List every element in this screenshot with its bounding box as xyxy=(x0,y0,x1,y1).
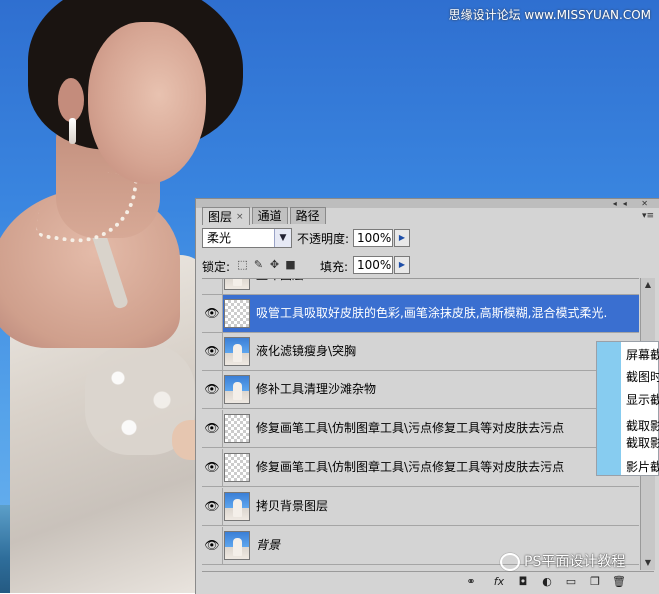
layer-name: 拷贝背景图层 xyxy=(256,499,329,513)
layer-name: 吸管工具吸取好皮肤的色彩,画笔涂抹皮肤,高斯模糊,混合模式柔光. xyxy=(256,306,608,320)
chevron-down-icon[interactable]: ▼ xyxy=(274,229,291,247)
popup-item[interactable]: 截取影 xyxy=(626,417,659,434)
layer-thumbnail xyxy=(224,414,250,443)
layer-name: 修补工具清理沙滩杂物 xyxy=(256,382,377,396)
layer-style-icon[interactable]: fx xyxy=(492,575,506,588)
popup-item[interactable]: 影片截 xyxy=(626,458,659,475)
layer-thumbnail xyxy=(224,375,250,404)
layer-thumbnail xyxy=(224,299,250,328)
ear xyxy=(58,78,84,122)
fill-label: 填充: xyxy=(320,260,349,274)
panel-bottom-toolbar: ⚭ fx ◘ ◐ ▭ ❐ 🗑 xyxy=(202,571,654,592)
lock-brush-icon[interactable]: ✎ xyxy=(253,259,264,270)
layer-name: 修复画笔工具\仿制图章工具\污点修复工具等对皮肤去污点 xyxy=(256,421,565,435)
layer-thumbnail xyxy=(224,492,250,521)
earring xyxy=(69,118,76,144)
layer-row[interactable]: 👁 修补工具清理沙滩杂物 xyxy=(202,371,639,409)
popup-item[interactable]: 截取影 xyxy=(626,434,659,451)
wechat-icon xyxy=(500,553,520,571)
opacity-label: 不透明度: xyxy=(297,232,350,246)
adjustment-layer-icon[interactable]: ◐ xyxy=(540,575,554,588)
layers-list: 盖印图层. 👁 吸管工具吸取好皮肤的色彩,画笔涂抹皮肤,高斯模糊,混合模式柔光.… xyxy=(202,278,639,571)
new-group-icon[interactable]: ▭ xyxy=(564,575,578,588)
visibility-toggle[interactable] xyxy=(202,279,223,294)
layer-name: 盖印图层. xyxy=(256,279,308,294)
face xyxy=(88,22,206,184)
lock-all-icon[interactable]: ■ xyxy=(285,259,296,270)
new-layer-icon[interactable]: ❐ xyxy=(588,575,602,588)
layer-row[interactable]: 👁 修复画笔工具\仿制图章工具\污点修复工具等对皮肤去污点 xyxy=(202,449,639,487)
tab-paths[interactable]: 路径 xyxy=(289,207,326,224)
opacity-slider-button[interactable]: ▶ xyxy=(394,229,410,247)
eye-icon[interactable]: 👁 xyxy=(202,488,223,525)
tab-channels[interactable]: 通道 xyxy=(251,207,288,224)
popup-item[interactable]: 显示截 xyxy=(626,391,659,408)
eye-icon[interactable]: 👁 xyxy=(202,371,223,408)
layer-row[interactable]: 盖印图层. xyxy=(202,279,639,295)
layer-row[interactable]: 👁 拷贝背景图层 xyxy=(202,488,639,526)
eye-icon[interactable]: 👁 xyxy=(202,449,223,486)
layer-name: 背景 xyxy=(256,538,281,552)
panel-window-buttons[interactable]: ◂◂ ✕ xyxy=(613,199,654,208)
eye-icon[interactable]: 👁 xyxy=(202,333,223,370)
layer-thumbnail xyxy=(224,531,250,560)
fill-slider-button[interactable]: ▶ xyxy=(394,256,410,274)
lock-label: 锁定: xyxy=(202,260,231,274)
lock-transparency-icon[interactable]: ⬚ xyxy=(237,259,248,270)
scroll-down-icon[interactable]: ▼ xyxy=(641,556,655,570)
eye-icon[interactable]: 👁 xyxy=(202,295,223,332)
layer-row-selected[interactable]: 👁 吸管工具吸取好皮肤的色彩,画笔涂抹皮肤,高斯模糊,混合模式柔光. xyxy=(202,295,639,333)
eye-icon[interactable]: 👁 xyxy=(202,410,223,447)
layer-row[interactable]: 👁 液化滤镜瘦身\突胸 xyxy=(202,333,639,371)
link-layers-icon[interactable]: ⚭ xyxy=(464,575,478,588)
trash-icon[interactable]: 🗑 xyxy=(612,575,626,588)
tab-layers[interactable]: 图层 × xyxy=(202,207,250,225)
close-icon[interactable]: × xyxy=(236,209,244,225)
lock-move-icon[interactable]: ✥ xyxy=(269,259,280,270)
layer-thumbnail xyxy=(224,453,250,482)
blend-mode-select[interactable]: 柔光 ▼ xyxy=(202,228,292,248)
watermark-top: 思缘设计论坛 www.MISSYUAN.COM xyxy=(448,8,651,22)
popup-item[interactable]: 屏幕截 xyxy=(626,346,659,363)
eye-icon[interactable]: 👁 xyxy=(202,527,223,564)
blend-opacity-row: 柔光 ▼ 不透明度: 100% ▶ xyxy=(202,228,652,250)
panel-tabs: 图层 × 通道 路径 xyxy=(202,207,326,225)
panel-menu-icon[interactable]: ▾≡ xyxy=(642,211,654,221)
lock-fill-row: 锁定: ⬚ ✎ ✥ ■ 填充: 100% ▶ xyxy=(202,255,652,277)
screenshot-popup-menu: 屏幕截 截图时 显示截 截取影 截取影 影片截 xyxy=(596,341,659,476)
layer-row[interactable]: 👁 修复画笔工具\仿制图章工具\污点修复工具等对皮肤去污点 xyxy=(202,410,639,448)
layer-thumbnail xyxy=(224,279,250,290)
popup-strip xyxy=(597,342,621,475)
popup-item[interactable]: 截图时 xyxy=(626,368,659,385)
layer-thumbnail xyxy=(224,337,250,366)
layers-panel: ◂◂ ✕ 图层 × 通道 路径 ▾≡ 柔光 ▼ 不透明度: 100% ▶ 锁定:… xyxy=(195,198,659,594)
watermark-bottom: PS平面设计教程 xyxy=(500,551,625,571)
layer-name: 修复画笔工具\仿制图章工具\污点修复工具等对皮肤去污点 xyxy=(256,460,565,474)
layer-name: 液化滤镜瘦身\突胸 xyxy=(256,344,357,358)
fill-input[interactable]: 100% xyxy=(353,256,393,274)
scroll-up-icon[interactable]: ▲ xyxy=(641,278,655,292)
opacity-input[interactable]: 100% xyxy=(353,229,393,247)
add-mask-icon[interactable]: ◘ xyxy=(516,575,530,588)
